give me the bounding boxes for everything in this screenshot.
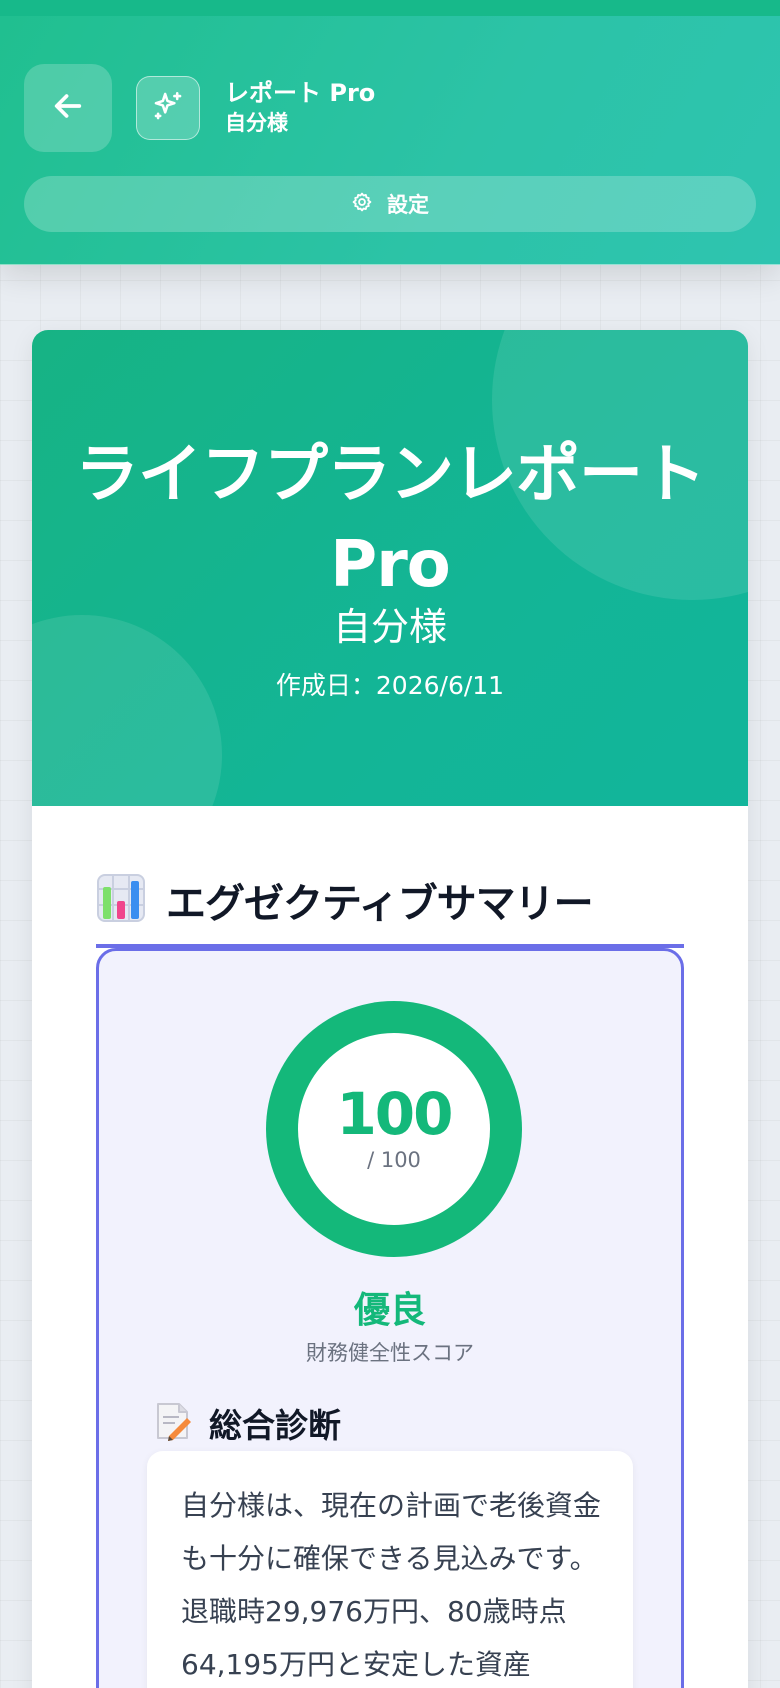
summary-section-header: エグゼクティブサマリー [96,870,684,930]
settings-button[interactable]: 設定 [24,176,756,232]
memo-icon [155,1401,191,1445]
score-gauge-center: 100 / 100 [298,1033,490,1225]
gear-icon [351,191,373,218]
app-title: レポート Pro [225,79,376,107]
summary-section-title: エグゼクティブサマリー [166,881,594,927]
settings-label: 設定 [387,193,429,217]
header-titles: レポート Pro 自分様 [225,78,375,138]
report-card: ライフプランレポート Pro 自分様 作成日：2026/6/11 エグゼクティブ… [32,330,748,1688]
app-logo [136,76,200,140]
report-hero: ライフプランレポート Pro 自分様 作成日：2026/6/11 [32,330,748,806]
diagnosis-header: 総合診断 [155,1399,341,1447]
back-button[interactable] [24,64,112,152]
report-recipient: 自分様 [332,605,447,649]
score-gauge: 100 / 100 [266,1001,522,1257]
app-header: レポート Pro 自分様 設定 [0,0,780,265]
score-rating: 優良 [353,1290,426,1331]
score-max: / 100 [367,1148,421,1172]
header-top-strip [0,0,780,16]
arrow-left-icon [51,89,85,127]
diagnosis-card: 自分様は、現在の計画で老後資金も十分に確保できる見込みです。退職時29,976万… [147,1451,633,1688]
user-name: 自分様 [225,111,288,135]
sparkles-icon [151,89,185,127]
score-value: 100 [336,1080,453,1148]
diagnosis-text: 自分様は、現在の計画で老後資金も十分に確保できる見込みです。退職時29,976万… [181,1489,602,1681]
diagnosis-title: 総合診断 [209,1406,341,1445]
report-date: 作成日：2026/6/11 [275,671,505,700]
bar-chart-icon [96,873,146,927]
executive-summary-box: 100 / 100 優良 財務健全性スコア 総合診断 自分様は、現在の計画で老後… [96,948,684,1688]
score-label: 財務健全性スコア [306,1341,474,1365]
report-title: ライフプランレポート Pro [75,438,706,602]
